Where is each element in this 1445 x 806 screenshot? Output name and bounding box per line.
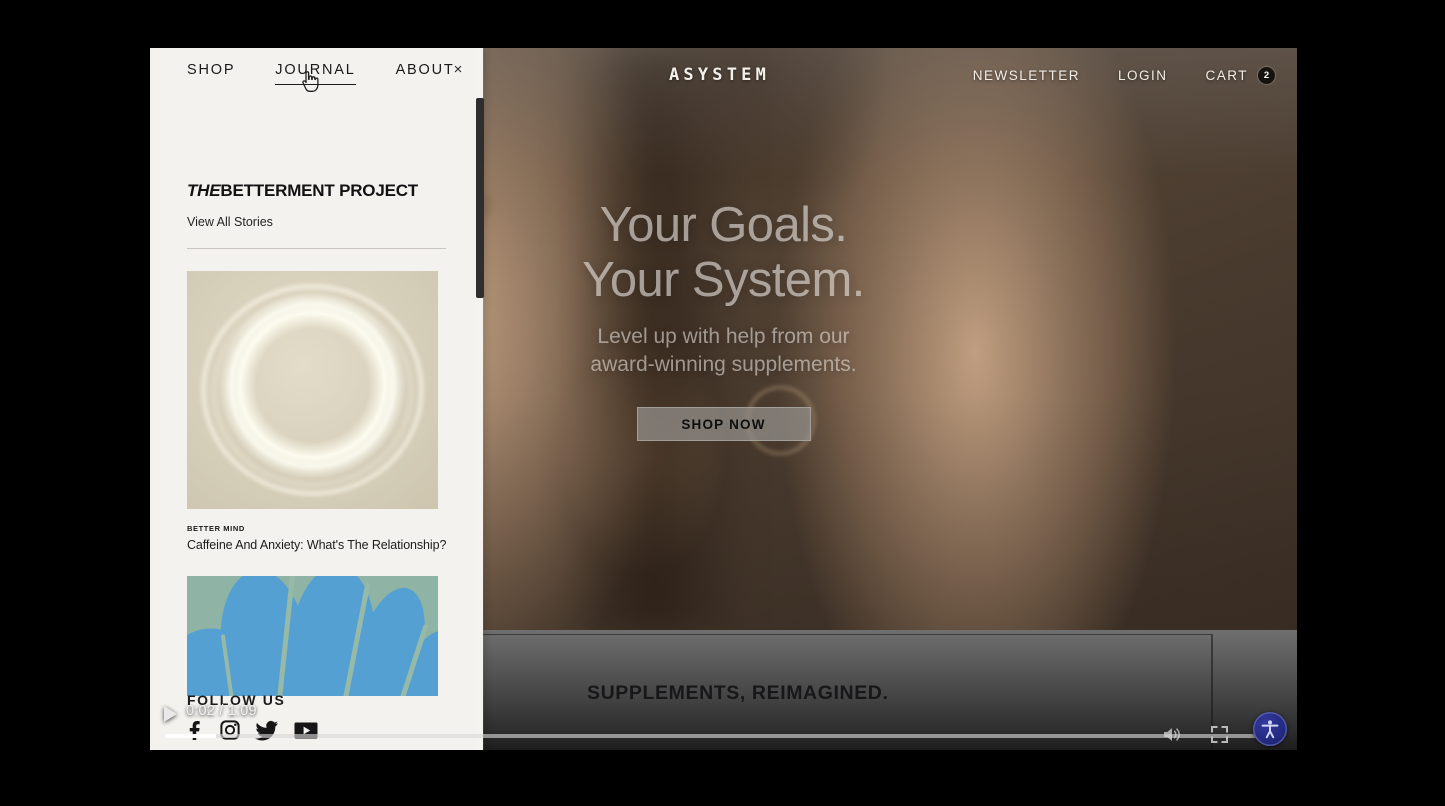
social-links-row bbox=[183, 719, 319, 746]
view-all-stories-link[interactable]: View All Stories bbox=[187, 215, 446, 229]
header-link-newsletter[interactable]: NEWSLETTER bbox=[973, 68, 1080, 83]
journal-card-1-image bbox=[187, 271, 438, 509]
cart-button[interactable]: CART 2 bbox=[1205, 67, 1275, 84]
follow-us-heading: FOLLOW US bbox=[187, 692, 286, 708]
journal-title: THEBETTERMENT PROJECT bbox=[187, 181, 446, 201]
journal-card-2[interactable] bbox=[187, 576, 446, 696]
journal-title-the: THE bbox=[187, 181, 221, 200]
drawer-scrollbar-thumb[interactable] bbox=[476, 98, 484, 298]
youtube-icon[interactable] bbox=[293, 719, 319, 746]
accessibility-icon[interactable] bbox=[1253, 712, 1287, 746]
supplements-title: SUPPLEMENTS, REIMAGINED. bbox=[587, 682, 889, 704]
nav-item-shop[interactable]: SHOP bbox=[187, 62, 235, 84]
journal-card-1-category: BETTER MIND bbox=[187, 524, 245, 533]
header-nav-right: NEWSLETTER LOGIN CART 2 bbox=[973, 67, 1275, 84]
nav-item-journal[interactable]: JOURNAL bbox=[275, 62, 356, 85]
instagram-icon[interactable] bbox=[219, 719, 241, 746]
drawer-body: THEBETTERMENT PROJECT View All Stories B… bbox=[150, 98, 483, 750]
journal-title-main: BETTERMENT PROJECT bbox=[220, 181, 418, 200]
facebook-icon[interactable] bbox=[183, 719, 205, 746]
cart-count-badge: 2 bbox=[1258, 67, 1275, 84]
play-icon[interactable] bbox=[164, 706, 180, 722]
drawer-nav: SHOP JOURNAL ABOUT bbox=[150, 48, 483, 98]
twitter-icon[interactable] bbox=[255, 719, 279, 746]
glow-ring-inner bbox=[213, 298, 412, 486]
site-logo[interactable]: ASYSTEM bbox=[669, 65, 770, 85]
header-link-login[interactable]: LOGIN bbox=[1118, 68, 1168, 83]
drawer-divider bbox=[187, 248, 446, 249]
journal-drawer: SHOP JOURNAL ABOUT × THEBETTERMENT PROJE… bbox=[150, 48, 483, 750]
volume-icon[interactable] bbox=[1162, 726, 1182, 748]
journal-card-1-headline[interactable]: Caffeine And Anxiety: What's The Relatio… bbox=[187, 538, 446, 552]
fullscreen-icon[interactable] bbox=[1211, 726, 1228, 748]
journal-card-1[interactable]: BETTER MIND Caffeine And Anxiety: What's… bbox=[187, 271, 446, 552]
close-icon[interactable]: × bbox=[449, 60, 467, 78]
journal-card-2-image bbox=[187, 576, 438, 696]
screenshot-root: ASYSTEM NEWSLETTER LOGIN CART 2 Your Goa… bbox=[0, 0, 1445, 806]
cart-label: CART bbox=[1205, 68, 1248, 83]
nav-item-about[interactable]: ABOUT bbox=[396, 62, 455, 84]
shop-now-button[interactable]: SHOP NOW bbox=[636, 407, 811, 442]
